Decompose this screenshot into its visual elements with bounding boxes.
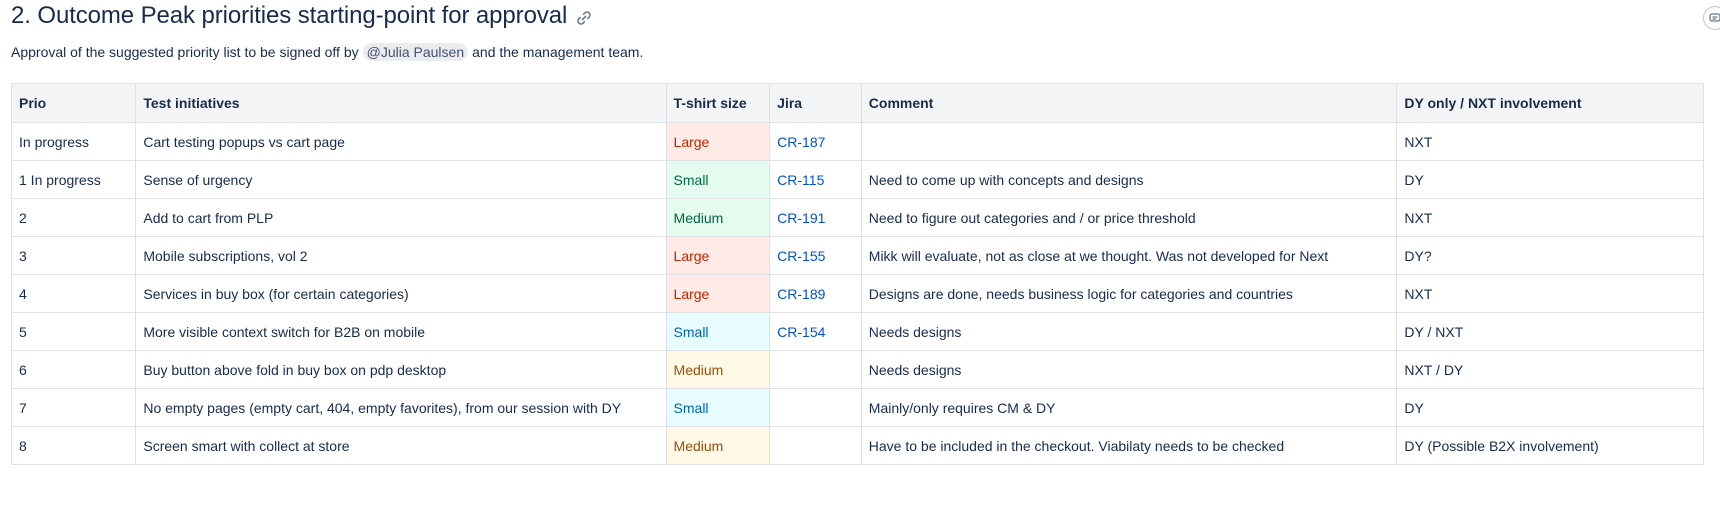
jira-link[interactable]: CR-191	[769, 198, 862, 237]
jira-cell-empty	[769, 350, 862, 389]
header-test-initiatives: Test initiatives	[135, 83, 667, 123]
comment-cell: Mainly/only requires CM & DY	[860, 388, 1398, 427]
initiative-cell: Services in buy box (for certain categor…	[135, 274, 667, 313]
involvement-cell: DY / NXT	[1396, 312, 1704, 351]
table-row: 1 In progress Sense of urgency Small CR-…	[10, 160, 1704, 199]
size-cell: Medium	[665, 350, 771, 389]
comment-cell: Have to be included in the checkout. Via…	[860, 426, 1398, 465]
size-cell: Large	[665, 236, 771, 275]
page-title: 2. Outcome Peak priorities starting-poin…	[11, 2, 568, 29]
confluence-page: 2. Outcome Peak priorities starting-poin…	[0, 0, 1720, 520]
header-tshirt-size: T-shirt size	[665, 83, 771, 123]
priority-table: Prio Test initiatives T-shirt size Jira …	[10, 83, 1704, 465]
involvement-cell: DY (Possible B2X involvement)	[1396, 426, 1704, 465]
table-row: 2 Add to cart from PLP Medium CR-191 Nee…	[10, 198, 1704, 237]
jira-link[interactable]: CR-115	[769, 160, 862, 199]
table-header-row: Prio Test initiatives T-shirt size Jira …	[10, 83, 1704, 123]
header-comment: Comment	[860, 83, 1398, 123]
initiative-cell: Add to cart from PLP	[135, 198, 667, 237]
table-row: 3 Mobile subscriptions, vol 2 Large CR-1…	[10, 236, 1704, 275]
involvement-cell: DY	[1396, 388, 1704, 427]
involvement-cell: DY?	[1396, 236, 1704, 275]
comment-cell	[860, 122, 1398, 161]
comment-icon[interactable]	[1703, 6, 1720, 30]
prio-cell: 4	[10, 274, 137, 313]
size-cell: Small	[665, 388, 771, 427]
jira-cell-empty	[769, 426, 862, 465]
size-cell: Small	[665, 160, 771, 199]
table-row: 6 Buy button above fold in buy box on pd…	[10, 350, 1704, 389]
table-row: In progress Cart testing popups vs cart …	[10, 122, 1704, 161]
initiative-cell: Cart testing popups vs cart page	[135, 122, 667, 161]
prio-cell: 3	[10, 236, 137, 275]
involvement-cell: NXT	[1396, 122, 1704, 161]
table-row: 4 Services in buy box (for certain categ…	[10, 274, 1704, 313]
comment-cell: Need to come up with concepts and design…	[860, 160, 1398, 199]
initiative-cell: No empty pages (empty cart, 404, empty f…	[135, 388, 667, 427]
section-heading: 2. Outcome Peak priorities starting-poin…	[11, 2, 593, 30]
initiative-cell: Screen smart with collect at store	[135, 426, 667, 465]
size-cell: Small	[665, 312, 771, 351]
involvement-cell: NXT	[1396, 198, 1704, 237]
initiative-cell: Mobile subscriptions, vol 2	[135, 236, 667, 275]
prio-cell: 8	[10, 426, 137, 465]
jira-link[interactable]: CR-154	[769, 312, 862, 351]
prio-cell: 2	[10, 198, 137, 237]
user-mention[interactable]: @Julia Paulsen	[362, 43, 469, 61]
size-cell: Medium	[665, 426, 771, 465]
initiative-cell: Sense of urgency	[135, 160, 667, 199]
prio-cell: 1 In progress	[10, 160, 137, 199]
prio-cell: 7	[10, 388, 137, 427]
jira-link[interactable]: CR-155	[769, 236, 862, 275]
header-jira: Jira	[769, 83, 862, 123]
size-cell: Large	[665, 274, 771, 313]
prio-cell: In progress	[10, 122, 137, 161]
description-text-after: and the management team.	[472, 44, 644, 60]
link-icon[interactable]	[575, 9, 593, 27]
prio-cell: 6	[10, 350, 137, 389]
prio-cell: 5	[10, 312, 137, 351]
size-cell: Medium	[665, 198, 771, 237]
initiative-cell: More visible context switch for B2B on m…	[135, 312, 667, 351]
comment-cell: Needs designs	[860, 312, 1398, 351]
involvement-cell: DY	[1396, 160, 1704, 199]
involvement-cell: NXT	[1396, 274, 1704, 313]
comment-cell: Designs are done, needs business logic f…	[860, 274, 1398, 313]
jira-cell-empty	[769, 388, 862, 427]
size-cell: Large	[665, 122, 771, 161]
table-row: 7 No empty pages (empty cart, 404, empty…	[10, 388, 1704, 427]
header-prio: Prio	[10, 83, 137, 123]
header-involvement: DY only / NXT involvement	[1396, 83, 1704, 123]
comment-cell: Needs designs	[860, 350, 1398, 389]
description-text-before: Approval of the suggested priority list …	[11, 44, 359, 60]
approval-description: Approval of the suggested priority list …	[11, 43, 643, 61]
table-row: 5 More visible context switch for B2B on…	[10, 312, 1704, 351]
initiative-cell: Buy button above fold in buy box on pdp …	[135, 350, 667, 389]
jira-link[interactable]: CR-187	[769, 122, 862, 161]
comment-cell: Mikk will evaluate, not as close at we t…	[860, 236, 1398, 275]
involvement-cell: NXT / DY	[1396, 350, 1704, 389]
comment-cell: Need to figure out categories and / or p…	[860, 198, 1398, 237]
table-row: 8 Screen smart with collect at store Med…	[10, 426, 1704, 465]
jira-link[interactable]: CR-189	[769, 274, 862, 313]
